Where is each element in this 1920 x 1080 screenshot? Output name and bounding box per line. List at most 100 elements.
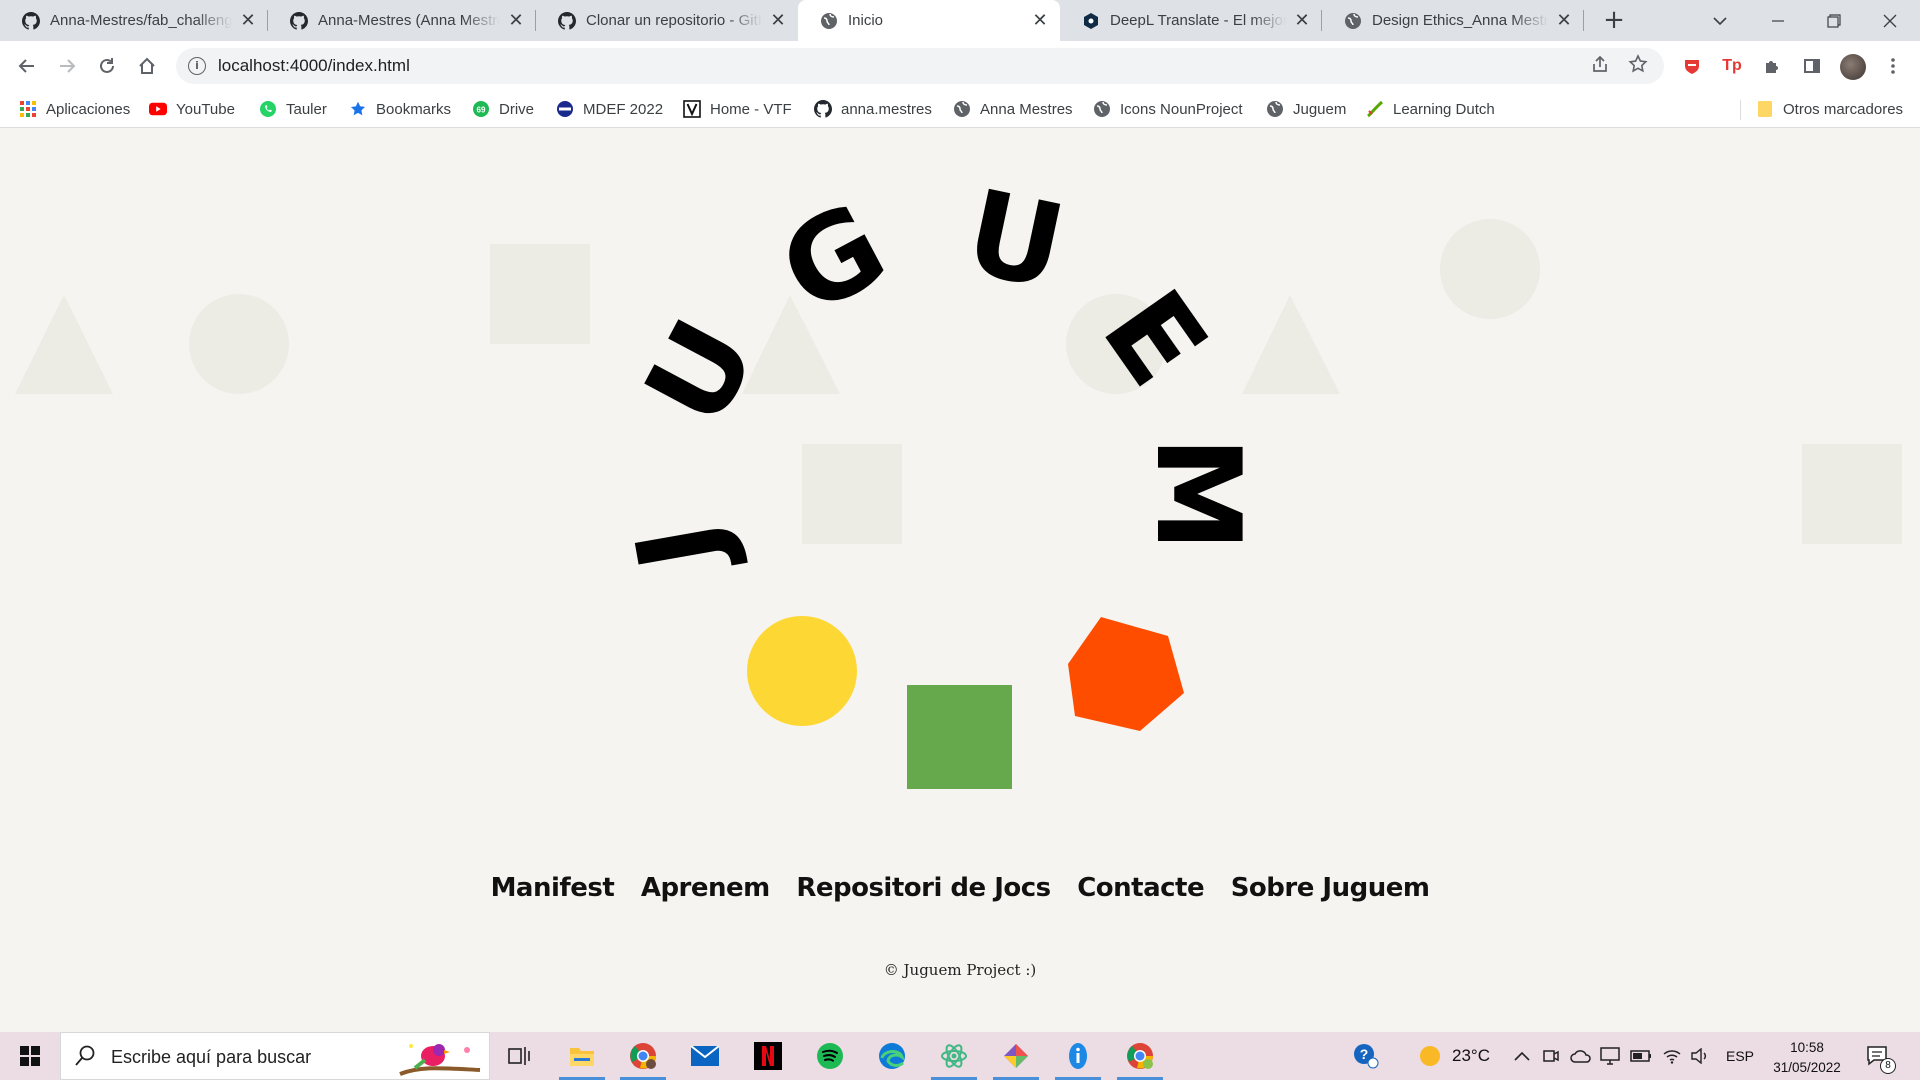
clock-time: 10:58 <box>1790 1040 1824 1055</box>
tray-overflow-chevron[interactable] <box>1514 1032 1530 1080</box>
bookmark-mdef[interactable]: MDEF 2022 <box>556 91 663 127</box>
globe-icon <box>1266 100 1284 118</box>
info-app-button[interactable] <box>1049 1032 1107 1080</box>
close-icon <box>1883 14 1897 27</box>
star-icon <box>349 100 367 118</box>
bookmark-icons-nounproject[interactable]: Icons NounProject <box>1093 91 1243 127</box>
tab-title: Inicio <box>848 12 884 29</box>
bookmark-anna-mestres[interactable]: Anna Mestres <box>953 91 1073 127</box>
minimize-button[interactable] <box>1750 0 1806 41</box>
kite-button[interactable] <box>987 1032 1045 1080</box>
mail-button[interactable] <box>676 1032 734 1080</box>
windows-taskbar: Escribe aquí para buscar ? 23°C ESP 10:5… <box>0 1032 1920 1080</box>
home-button[interactable] <box>131 50 163 82</box>
onedrive-icon[interactable] <box>1570 1032 1592 1080</box>
display-tray-icon[interactable] <box>1600 1032 1620 1080</box>
clock-date: 31/05/2022 <box>1773 1060 1841 1075</box>
bookmark-drive[interactable]: 69 Drive <box>472 91 534 127</box>
spotify-button[interactable] <box>801 1032 859 1080</box>
edge-button[interactable] <box>863 1032 921 1080</box>
nav-sobre-juguem[interactable]: Sobre Juguem <box>1231 873 1430 903</box>
bookmark-label: Anna Mestres <box>980 100 1073 118</box>
weather-widget[interactable]: 23°C <box>1418 1032 1490 1080</box>
new-tab-button[interactable]: + <box>1600 7 1628 35</box>
main-nav: Manifest Aprenem Repositori de Jocs Cont… <box>0 873 1920 903</box>
share-icon[interactable] <box>1588 54 1612 78</box>
help-tray-icon[interactable]: ? <box>1352 1032 1380 1080</box>
bookmark-aplicaciones[interactable]: Aplicaciones <box>19 91 130 127</box>
notifications-button[interactable]: 8 <box>1866 1032 1896 1080</box>
bookmark-label: Juguem <box>1293 100 1347 118</box>
side-panel-icon[interactable] <box>1799 53 1825 79</box>
back-button[interactable] <box>11 50 43 82</box>
extension-shield-icon[interactable] <box>1679 53 1705 79</box>
green-square <box>907 685 1012 789</box>
close-icon[interactable]: ✕ <box>508 10 524 31</box>
svg-text:?: ? <box>1360 1046 1369 1062</box>
close-icon[interactable]: ✕ <box>770 10 786 31</box>
close-icon[interactable]: ✕ <box>1556 10 1572 31</box>
search-highlight-bird-icon <box>399 1044 481 1076</box>
bookmark-anna-mestres-github[interactable]: anna.mestres <box>814 91 932 127</box>
close-icon[interactable]: ✕ <box>1294 10 1310 31</box>
nav-repositori-de-jocs[interactable]: Repositori de Jocs <box>796 873 1051 903</box>
tab-anna-mestres-github[interactable]: Anna-Mestres (Anna Mestres) ✕ <box>268 0 536 41</box>
task-view-button[interactable] <box>490 1032 548 1080</box>
close-icon[interactable]: ✕ <box>240 10 256 31</box>
close-window-button[interactable] <box>1862 0 1918 41</box>
restore-button[interactable] <box>1806 0 1862 41</box>
bookmark-star-icon[interactable] <box>1626 54 1650 78</box>
tab-clonar-repositorio[interactable]: Clonar un repositorio - GitHub ✕ <box>536 0 798 41</box>
tab-fab-challenge[interactable]: Anna-Mestres/fab_challenge ✕ <box>0 0 268 41</box>
reload-button[interactable] <box>91 50 123 82</box>
atom-icon <box>941 1044 967 1068</box>
url-text[interactable]: localhost:4000/index.html <box>218 56 410 76</box>
input-language[interactable]: ESP <box>1726 1032 1754 1080</box>
site-info-icon[interactable]: i <box>188 57 206 75</box>
volume-icon[interactable] <box>1690 1032 1710 1080</box>
bookmark-vtf[interactable]: Home - VTF <box>683 91 792 127</box>
bookmark-other-folder[interactable]: Otros marcadores <box>1756 91 1903 127</box>
system-clock[interactable]: 10:58 31/05/2022 <box>1762 1038 1852 1078</box>
nav-manifest[interactable]: Manifest <box>491 873 615 903</box>
bookmark-label: Otros marcadores <box>1783 100 1904 118</box>
bookmark-juguem[interactable]: Juguem <box>1266 91 1346 127</box>
tab-deepl[interactable]: DeepL Translate - El mejor traductor ✕ <box>1060 0 1322 41</box>
netflix-button[interactable] <box>739 1032 797 1080</box>
wifi-icon[interactable] <box>1662 1032 1682 1080</box>
tab-title: Design Ethics_Anna Mestres <box>1372 12 1548 29</box>
nav-aprenem[interactable]: Aprenem <box>641 873 770 903</box>
nav-contacte[interactable]: Contacte <box>1077 873 1204 903</box>
bookmark-learning-dutch[interactable]: Learning Dutch <box>1366 91 1495 127</box>
address-bar[interactable]: i localhost:4000/index.html <box>176 48 1664 84</box>
apps-grid-icon <box>19 100 37 118</box>
deepl-icon <box>1084 12 1098 29</box>
taskbar-search[interactable]: Escribe aquí para buscar <box>60 1032 490 1080</box>
file-explorer-button[interactable] <box>553 1032 611 1080</box>
menu-kebab-icon[interactable] <box>1880 53 1906 79</box>
profile-avatar[interactable] <box>1840 54 1866 80</box>
extensions-puzzle-icon[interactable] <box>1759 53 1785 79</box>
spotify-icon <box>817 1043 843 1069</box>
close-icon[interactable]: ✕ <box>1032 10 1048 31</box>
forward-button[interactable] <box>51 50 83 82</box>
atom-button[interactable] <box>925 1032 983 1080</box>
bookmark-label: Tauler <box>286 100 327 118</box>
github-icon <box>814 100 832 118</box>
bookmark-tauler[interactable]: Tauler <box>259 91 327 127</box>
tab-inicio[interactable]: Inicio ✕ <box>798 0 1060 41</box>
orange-hexagon <box>1068 617 1184 731</box>
meet-tray-icon[interactable] <box>1542 1032 1560 1080</box>
bookmark-youtube[interactable]: YouTube <box>149 91 235 127</box>
bookmark-label: Icons NounProject <box>1120 100 1243 118</box>
tab-design-ethics[interactable]: Design Ethics_Anna Mestres ✕ <box>1322 0 1584 41</box>
battery-icon[interactable] <box>1630 1032 1652 1080</box>
extension-tp-icon[interactable]: Tp <box>1719 53 1745 79</box>
chrome-button[interactable] <box>614 1032 672 1080</box>
tab-search-button[interactable] <box>1690 0 1750 41</box>
start-button[interactable] <box>0 1032 60 1080</box>
chrome-profile-button[interactable] <box>1111 1032 1169 1080</box>
globe-icon <box>953 100 971 118</box>
bookmark-bookmarks[interactable]: Bookmarks <box>349 91 451 127</box>
logo-letter-g: G <box>760 177 907 341</box>
